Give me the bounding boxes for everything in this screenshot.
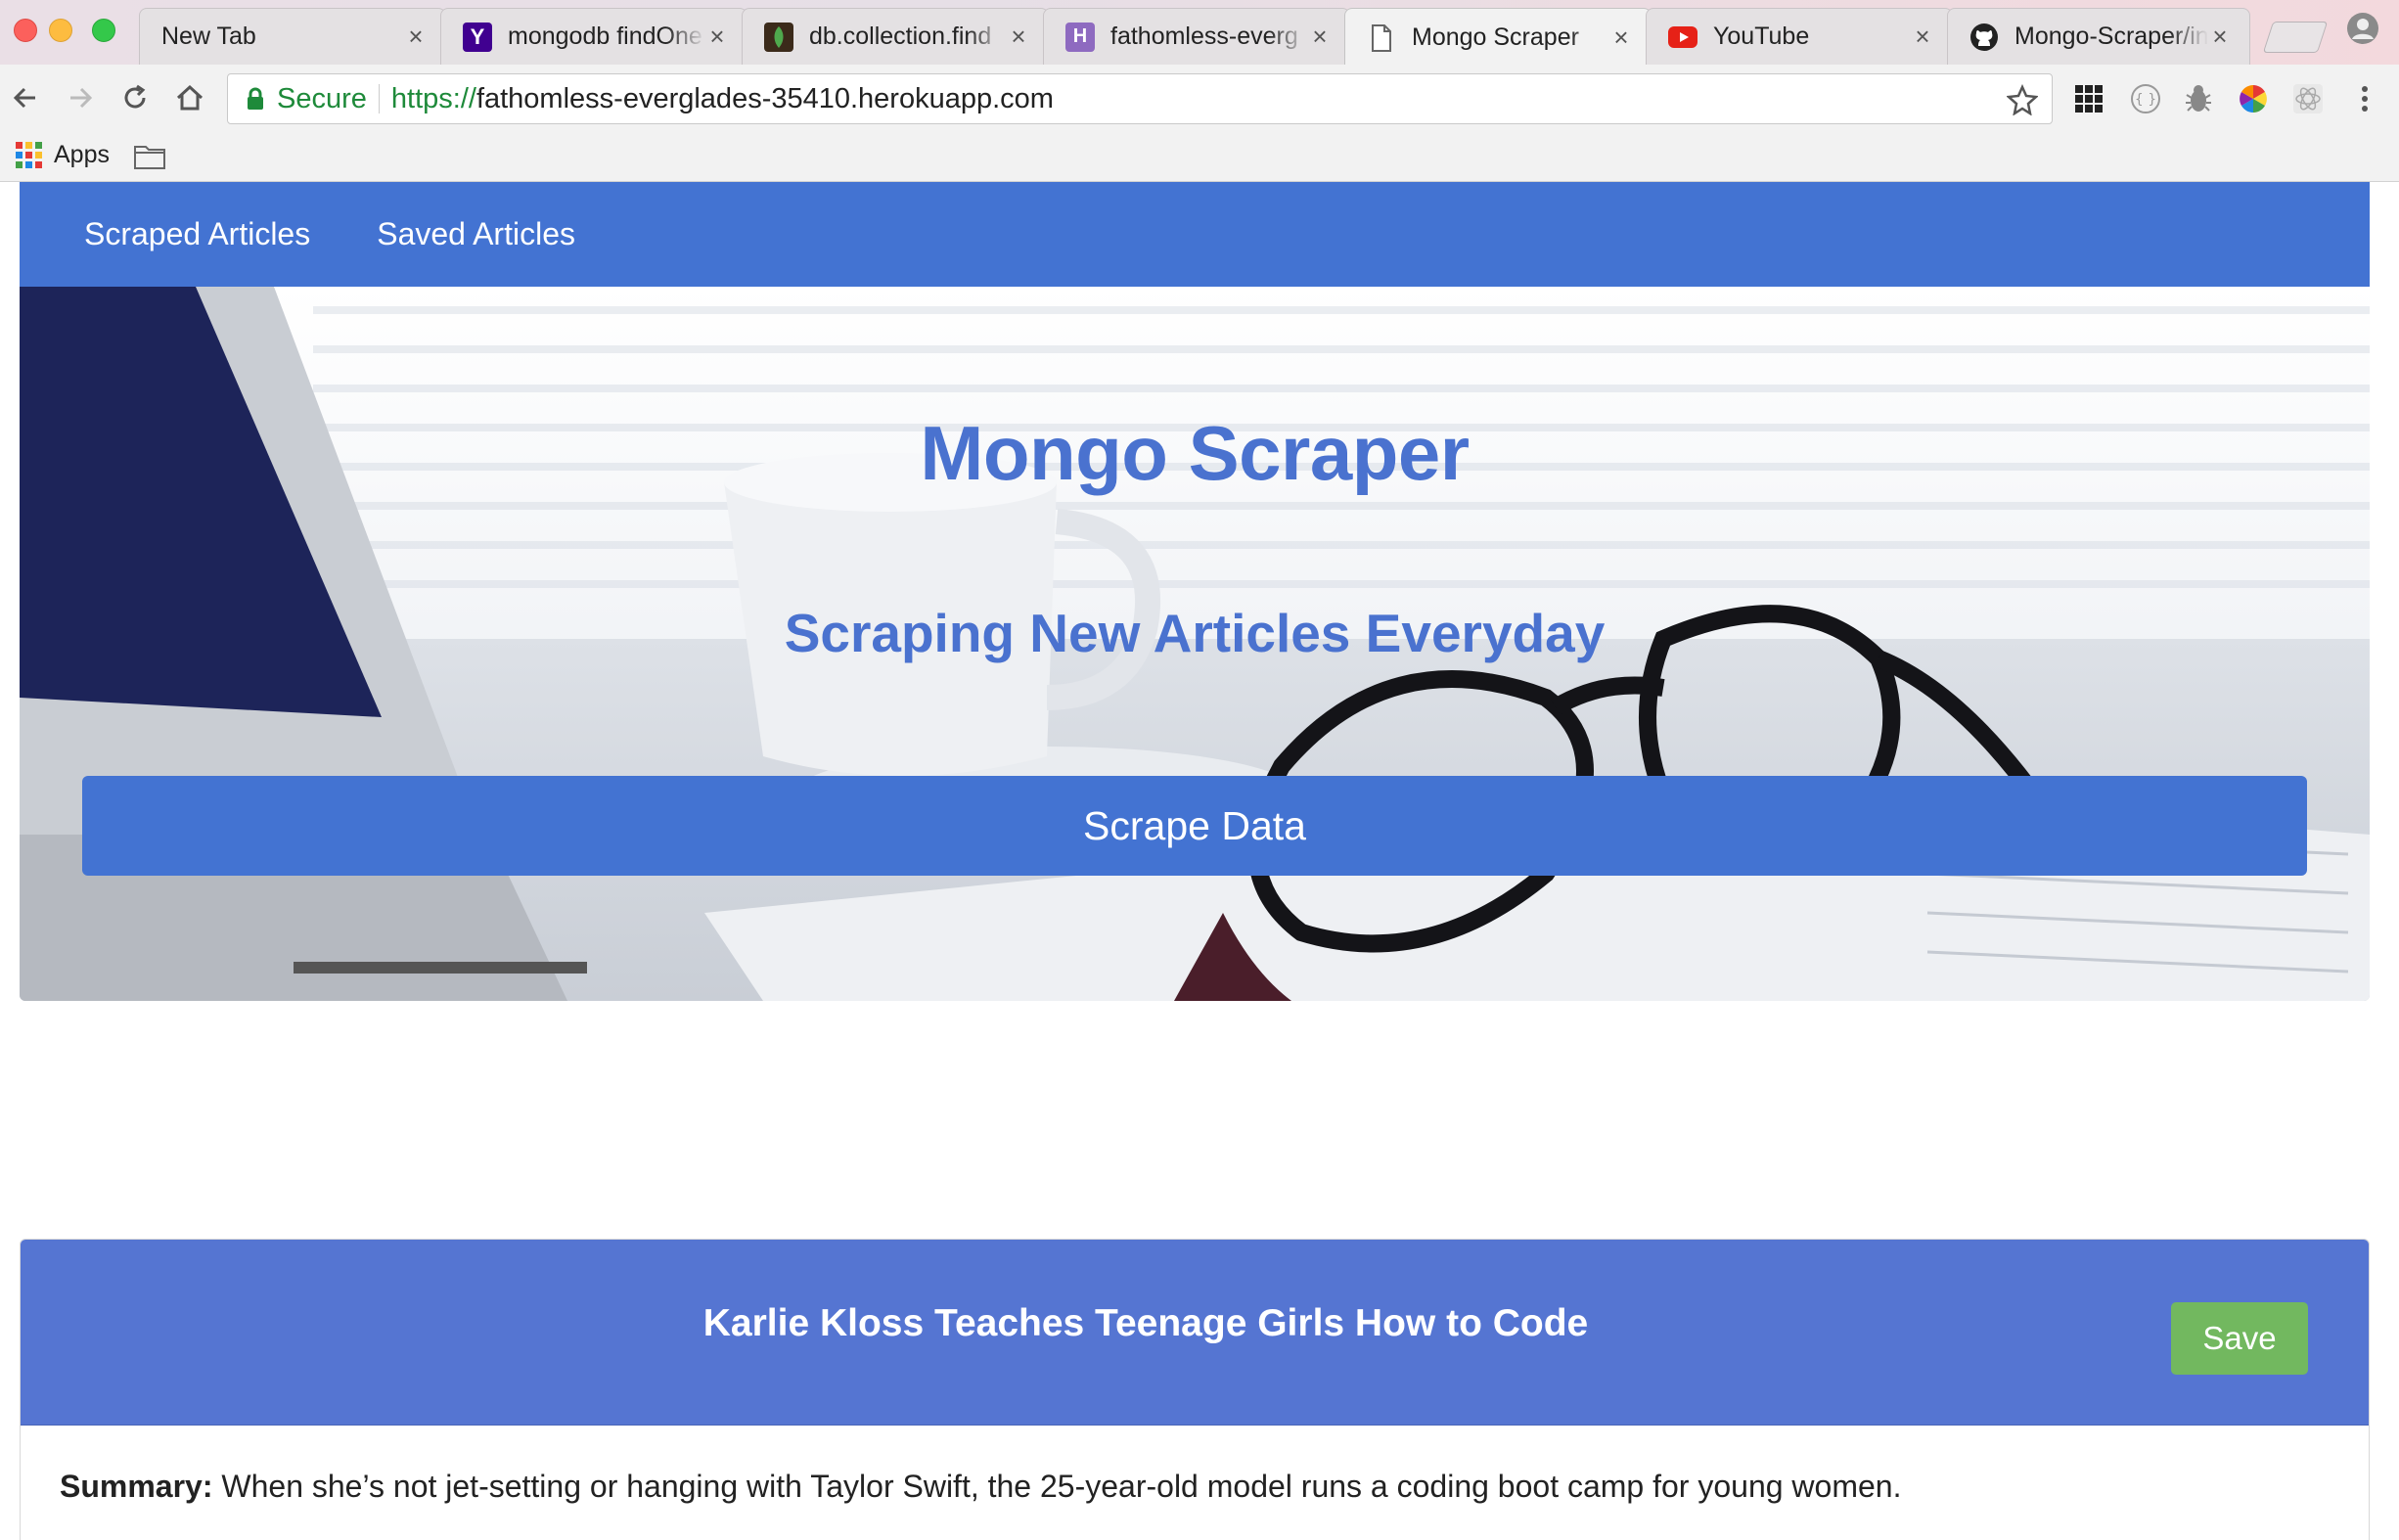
heroku-icon: H — [1065, 22, 1095, 52]
summary-text: When she’s not jet-setting or hanging wi… — [221, 1469, 1902, 1504]
apps-grid-icon — [16, 142, 42, 168]
tab-close-icon[interactable]: × — [705, 22, 729, 52]
tab-close-icon[interactable]: × — [1007, 22, 1030, 52]
article-title[interactable]: Karlie Kloss Teaches Teenage Girls How t… — [21, 1302, 2271, 1345]
tab-close-icon[interactable]: × — [1308, 22, 1332, 52]
browser-tab-mongodb-findone[interactable]: Y mongodb findOne × — [440, 8, 747, 65]
folder-icon[interactable] — [133, 143, 166, 170]
yahoo-icon: Y — [463, 22, 492, 52]
mongodb-leaf-icon — [764, 22, 793, 52]
tab-title: fathomless-everg — [1110, 23, 1298, 50]
article-summary: Summary: When she’s not jet-setting or h… — [21, 1426, 2369, 1540]
tab-title: Mongo-Scraper/in — [2014, 23, 2208, 50]
page-content: Scraped Articles Saved Articles Mongo Sc… — [0, 182, 2399, 1540]
summary-label: Summary: — [60, 1469, 213, 1504]
arrow-right-icon — [70, 87, 93, 109]
window-zoom-button[interactable] — [92, 19, 115, 42]
forward-button[interactable] — [61, 78, 100, 117]
browser-tab-new-tab[interactable]: New Tab × — [139, 8, 446, 65]
tab-title: New Tab — [161, 23, 256, 50]
apps-label: Apps — [54, 141, 110, 168]
json-extension-icon[interactable]: { } — [2129, 82, 2162, 115]
browser-toolbar: Secure https:// fathomless-everglades-35… — [0, 65, 2399, 133]
nav-link-scraped-articles[interactable]: Scraped Articles — [84, 216, 310, 252]
browser-tab-github[interactable]: Mongo-Scraper/in × — [1947, 8, 2250, 65]
site-navbar: Scraped Articles Saved Articles — [20, 182, 2370, 287]
window-close-button[interactable] — [14, 19, 37, 42]
grid-extension-icon[interactable] — [2072, 82, 2105, 115]
tab-close-icon[interactable]: × — [1609, 23, 1633, 53]
reload-icon — [124, 84, 146, 109]
github-icon — [1969, 23, 1999, 52]
url-host: fathomless-everglades-35410.herokuapp.co… — [475, 82, 1054, 114]
window-minimize-button[interactable] — [49, 19, 72, 42]
hero-title: Mongo Scraper — [920, 410, 1470, 496]
hero-jumbotron: Mongo Scraper Scraping New Articles Ever… — [20, 287, 2370, 1001]
tab-title: Mongo Scraper — [1412, 23, 1579, 51]
bug-extension-icon[interactable] — [2182, 82, 2215, 115]
arrow-left-icon — [13, 87, 35, 109]
reload-button[interactable] — [115, 78, 155, 117]
tab-title: db.collection.find — [809, 23, 992, 50]
address-bar[interactable]: Secure https:// fathomless-everglades-35… — [227, 73, 2053, 124]
scrape-data-button[interactable]: Scrape Data — [82, 776, 2307, 876]
svg-text:{ }: { } — [2135, 92, 2156, 108]
article-card: Karlie Kloss Teaches Teenage Girls How t… — [20, 1239, 2370, 1540]
tab-close-icon[interactable]: × — [2208, 22, 2232, 52]
secure-label: Secure — [277, 82, 367, 114]
url-scheme: https:// — [390, 82, 476, 114]
bookmark-star-icon[interactable] — [2007, 84, 2038, 115]
page-icon — [1367, 23, 1396, 53]
browser-tab-heroku-app[interactable]: H fathomless-everg × — [1043, 8, 1350, 65]
color-wheel-extension-icon[interactable] — [2237, 82, 2270, 115]
browser-tab-strip: New Tab × Y mongodb findOne × db.collect… — [0, 0, 2399, 67]
react-extension-icon[interactable] — [2291, 82, 2325, 115]
tab-close-icon[interactable]: × — [1911, 22, 1934, 52]
browser-tab-youtube[interactable]: YouTube × — [1646, 8, 1953, 65]
apps-shortcut[interactable]: Apps — [16, 141, 110, 169]
tab-title: YouTube — [1713, 23, 1810, 50]
back-button[interactable] — [6, 78, 45, 117]
hero-subtitle: Scraping New Articles Everyday — [784, 603, 1606, 663]
tab-close-icon[interactable]: × — [404, 22, 428, 52]
lock-icon — [248, 87, 263, 110]
article-card-header: Karlie Kloss Teaches Teenage Girls How t… — [21, 1240, 2369, 1426]
profile-icon[interactable] — [2346, 12, 2379, 45]
browser-tab-db-collection-find[interactable]: db.collection.find × — [742, 8, 1049, 65]
home-button[interactable] — [170, 78, 209, 117]
browser-tab-mongo-scraper[interactable]: Mongo Scraper × — [1344, 8, 1652, 67]
nav-link-saved-articles[interactable]: Saved Articles — [377, 216, 575, 252]
youtube-icon — [1668, 23, 1697, 52]
tab-title: mongodb findOne — [508, 23, 702, 50]
home-icon — [176, 84, 204, 111]
save-article-button[interactable]: Save — [2171, 1302, 2308, 1375]
bookmarks-bar: Apps — [0, 133, 2399, 182]
menu-kebab-icon[interactable] — [2348, 82, 2381, 115]
omnibox-divider — [378, 84, 380, 113]
new-tab-button[interactable] — [2262, 22, 2329, 53]
